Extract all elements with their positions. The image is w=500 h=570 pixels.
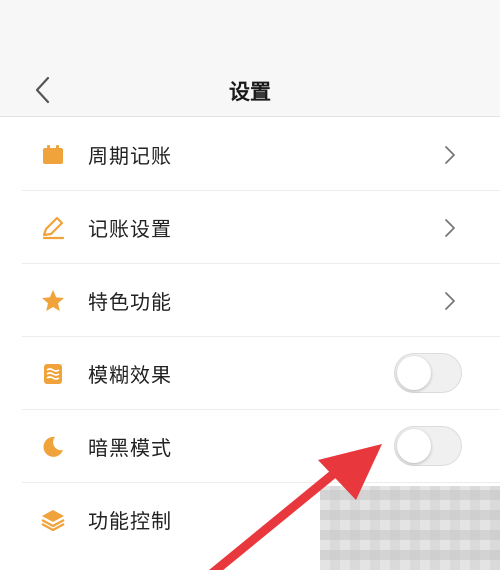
toggle-knob [397,356,431,390]
chevron-right-icon [445,292,455,310]
toggle-knob [397,429,431,463]
page-title: 设置 [229,80,271,104]
pixelated-watermark [320,486,500,570]
nav-bar: 设置 [0,60,500,117]
settings-item-label: 功能控制 [88,509,172,533]
settings-item-dark-mode: 暗黑模式 [0,410,500,483]
layers-icon [41,510,65,532]
calendar-icon [43,145,63,164]
settings-item-recurring[interactable]: 周期记账 [0,118,500,191]
settings-item-label: 特色功能 [88,290,172,314]
status-bar-area [0,0,500,60]
chevron-right-icon [445,146,455,164]
pen-icon [42,216,65,240]
blur-effect-toggle[interactable] [394,353,462,393]
settings-item-blur-effect: 模糊效果 [0,337,500,410]
dark-mode-toggle[interactable] [394,426,462,466]
settings-item-label: 暗黑模式 [88,436,172,460]
blur-icon [44,364,62,384]
settings-item-bookkeeping[interactable]: 记账设置 [0,191,500,264]
settings-item-label: 记账设置 [88,217,172,241]
settings-item-label: 模糊效果 [88,363,172,387]
moon-icon [43,436,63,457]
settings-screen: 设置 周期记账 记账设置 特色功能 模糊效果 暗黑模式 功能控制 [0,0,500,570]
settings-item-features[interactable]: 特色功能 [0,264,500,337]
settings-item-label: 周期记账 [88,144,172,168]
star-icon [42,290,64,311]
chevron-right-icon [445,219,455,237]
